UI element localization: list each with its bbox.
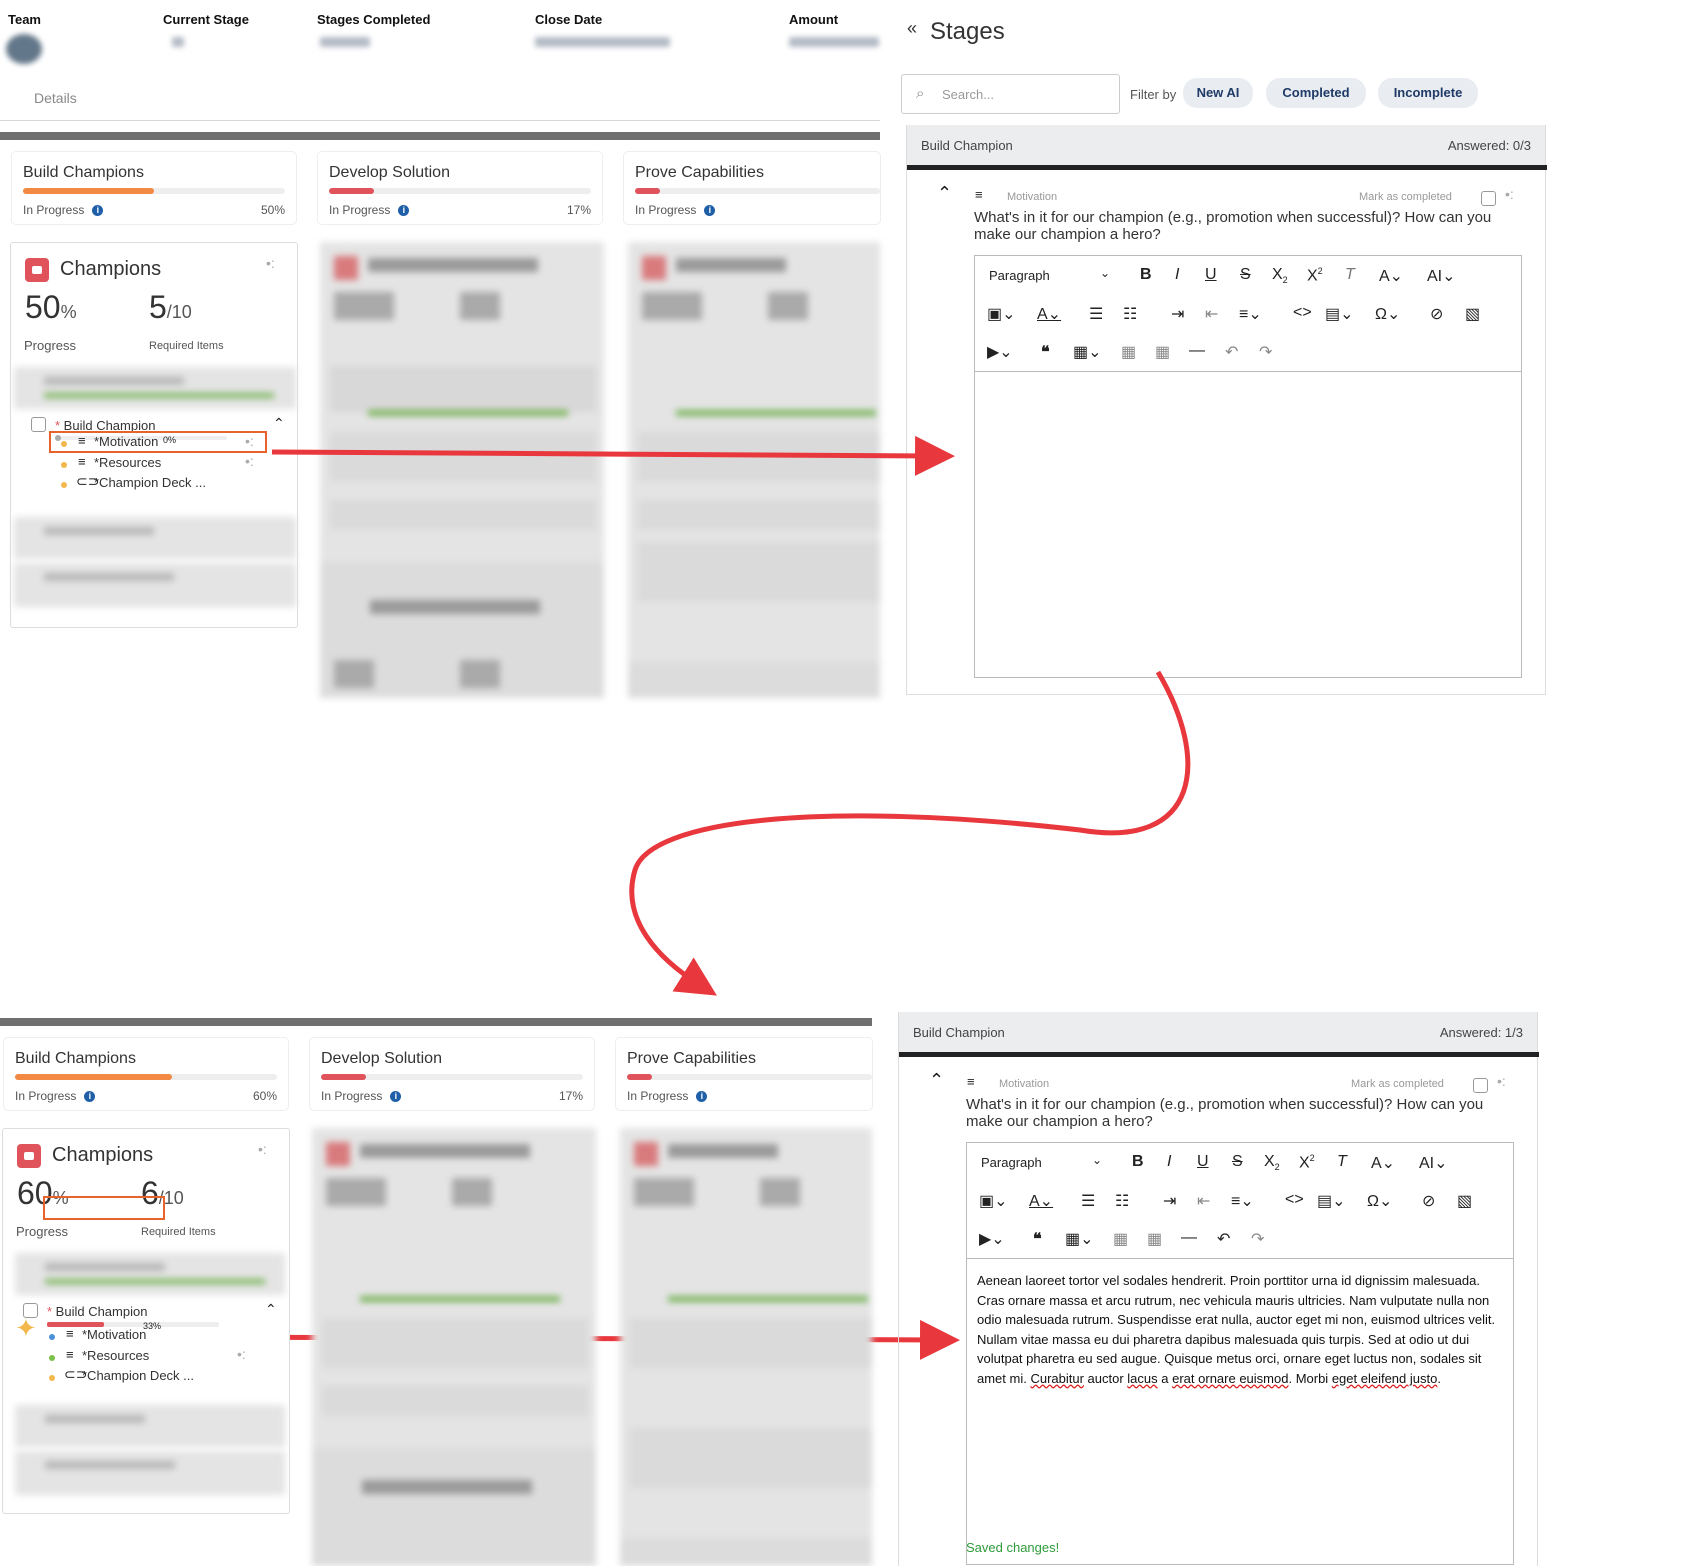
stage-status: In Progress [321, 1089, 383, 1103]
champion-icon [17, 1144, 41, 1168]
card-title: Champions [52, 1144, 154, 1166]
ai-dots-icon[interactable]: •: [258, 1141, 267, 1157]
progress-label: Progress [16, 1224, 69, 1239]
subscript-icon[interactable]: X2 [1264, 1153, 1280, 1172]
align-icon[interactable]: ≡⌄ [1231, 1191, 1254, 1211]
quote-icon[interactable]: ❝ [1033, 1229, 1042, 1249]
link-icon[interactable]: ⊘ [1422, 1191, 1435, 1211]
arrow-top [271, 435, 955, 476]
editor-content[interactable]: Aenean laoreet tortor vel sodales hendre… [977, 1271, 1505, 1388]
section-title: Build Champion [913, 1025, 1005, 1040]
superscript-icon[interactable]: X2 [1299, 1153, 1315, 1172]
champions-card: Champions •: 60% 6/10 Progress Required … [2, 1128, 290, 1514]
italic-icon[interactable]: I [1167, 1153, 1171, 1171]
info-icon[interactable]: i [84, 1091, 96, 1103]
font-color-icon[interactable]: A⌄ [1029, 1191, 1053, 1211]
outdent-icon[interactable]: ⇤ [1197, 1191, 1210, 1211]
misspelled-word[interactable]: eget eleifend justo [1332, 1371, 1438, 1386]
editor-text: a [1157, 1370, 1173, 1386]
text-lines-icon: ≡ [66, 1347, 74, 1362]
info-icon[interactable]: i [696, 1091, 708, 1103]
paragraph-select[interactable]: Paragraph [981, 1155, 1042, 1170]
stage-percent: 60% [252, 1089, 277, 1103]
rich-text-editor[interactable]: Paragraph ⌄ B I U S X2 X2 T A⌄ AI⌄ ▣⌄ A⌄… [966, 1142, 1514, 1565]
sparkle-icon: ✦ [15, 1313, 37, 1343]
subitem-label: *Resources [82, 1348, 150, 1363]
subitem-motivation[interactable]: ≡ *Motivation [49, 1326, 269, 1346]
bullet-list-icon[interactable]: ☰ [1081, 1191, 1095, 1211]
table-icon[interactable]: ▦⌄ [1065, 1229, 1094, 1249]
text-lines-icon: ≡ [967, 1074, 975, 1089]
underline-icon[interactable]: U [1197, 1153, 1209, 1171]
saved-status: Saved changes! [966, 1540, 1060, 1555]
stage-strip-divider-bottom [0, 1018, 872, 1026]
stage-progress-bar [15, 1074, 173, 1080]
stage-develop-solution[interactable]: Develop Solution In Progress i 17% [310, 1038, 594, 1110]
special-char-icon[interactable]: Ω⌄ [1367, 1191, 1392, 1211]
collapse-question-icon[interactable]: ⌃ [929, 1070, 944, 1091]
solution-column-blurred [312, 1128, 596, 1566]
indent-icon[interactable]: ⇥ [1163, 1191, 1176, 1211]
info-icon[interactable]: i [390, 1091, 402, 1103]
section-header: Build Champion Answered: 1/3 [899, 1012, 1537, 1052]
list-item-blurred[interactable] [15, 1451, 285, 1495]
media-icon[interactable]: ▶⌄ [979, 1229, 1005, 1249]
list-item-blurred[interactable] [15, 1405, 285, 1447]
strikethrough-icon[interactable]: S [1232, 1153, 1243, 1171]
undo-icon[interactable]: ↶ [1217, 1229, 1230, 1249]
highlight-color-icon[interactable]: ▣⌄ [979, 1191, 1008, 1211]
stage-status: In Progress [627, 1089, 689, 1103]
question-type: Motivation [999, 1078, 1050, 1090]
list-item-blurred[interactable] [15, 1253, 285, 1295]
stage-name: Build Champions [15, 1050, 136, 1067]
editor-text: auctor [1083, 1370, 1128, 1386]
ai-dots-icon[interactable]: •: [1497, 1073, 1506, 1089]
subitem-resources[interactable]: ≡ *Resources [49, 1347, 269, 1367]
code-icon[interactable]: <> [1285, 1191, 1304, 1209]
collapse-chevron-icon[interactable]: ⌃ [265, 1301, 277, 1318]
prove-column-blurred [620, 1128, 872, 1566]
mark-completed-label: Mark as completed [1351, 1078, 1444, 1090]
stage-prove-capabilities[interactable]: Prove Capabilities In Progress i [616, 1038, 872, 1110]
editor-text: . [1437, 1370, 1441, 1386]
horizontal-rule-icon[interactable]: — [1181, 1229, 1197, 1247]
required-items-label: Required Items [141, 1226, 216, 1238]
bold-icon[interactable]: B [1132, 1153, 1144, 1171]
editor-text: . Morbi [1288, 1370, 1332, 1386]
mark-completed-checkbox[interactable] [1473, 1078, 1488, 1093]
stage-status: In Progress [15, 1089, 77, 1103]
arrow-curve [629, 670, 1191, 996]
answered-count: Answered: 1/3 [1439, 1025, 1523, 1040]
misspelled-word[interactable]: lacus [1127, 1371, 1157, 1386]
question-text: What's in it for our champion (e.g., pro… [966, 1096, 1484, 1130]
subitem-label: *Motivation [82, 1327, 147, 1342]
subitem-label: *Champion Deck ... [82, 1368, 194, 1383]
font-size-icon[interactable]: A⌄ [1371, 1153, 1395, 1173]
subitem-champion-deck[interactable]: ⊂⊃ *Champion Deck ... [49, 1366, 269, 1387]
source-icon[interactable]: ▤⌄ [1317, 1191, 1346, 1211]
stage-section-bottom: Build Champion Answered: 1/3 ⌃ ≡ Motivat… [898, 1012, 1539, 1566]
motivation-highlight [43, 1196, 165, 1220]
clear-format-icon[interactable]: T [1337, 1153, 1347, 1171]
stage-progress-bar [321, 1074, 366, 1080]
table-props-icon[interactable]: ▦ [1113, 1229, 1128, 1249]
misspelled-word[interactable]: erat ornare euismod [1172, 1371, 1288, 1386]
redo-icon[interactable]: ↷ [1251, 1229, 1264, 1249]
numbered-list-icon[interactable]: ☷ [1115, 1191, 1129, 1211]
build-champion-title: Build Champion [55, 1304, 148, 1319]
editor-text: Aenean laoreet tortor vel sodales hendre… [977, 1273, 1496, 1386]
ai-dots-icon[interactable]: •: [237, 1346, 246, 1362]
stage-name: Develop Solution [321, 1050, 442, 1067]
text-case-icon[interactable]: AI⌄ [1419, 1153, 1448, 1173]
image-icon[interactable]: ▧ [1457, 1191, 1472, 1211]
stage-progress-bar [627, 1074, 652, 1080]
editor-toolbar: Paragraph ⌄ B I U S X2 X2 T A⌄ AI⌄ ▣⌄ A⌄… [967, 1143, 1513, 1259]
table-cell-icon[interactable]: ▦ [1147, 1229, 1162, 1249]
paragraph-chevron-icon[interactable]: ⌄ [1092, 1153, 1102, 1167]
stage-percent: 17% [558, 1089, 583, 1103]
stage-name: Prove Capabilities [627, 1050, 756, 1067]
misspelled-word[interactable]: Curabitur [1030, 1371, 1083, 1386]
text-lines-icon: ≡ [66, 1326, 74, 1341]
stage-build-champions[interactable]: Build Champions In Progress i 60% [4, 1038, 288, 1110]
